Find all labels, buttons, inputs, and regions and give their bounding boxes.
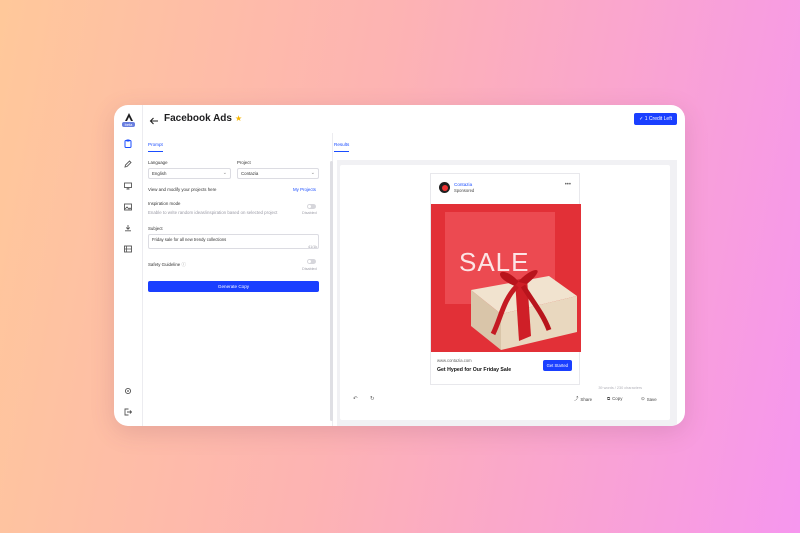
- logout-icon: [124, 408, 132, 416]
- refresh-icon: ↻: [370, 396, 375, 402]
- nav-storage[interactable]: [122, 243, 134, 255]
- monitor-icon: [124, 182, 132, 190]
- share-icon: ⤴: [574, 396, 579, 401]
- back-arrow-icon: [149, 117, 158, 125]
- projects-info-text: View and modify your projects here: [148, 187, 217, 192]
- word-count: 39 words / 230 characters: [598, 386, 642, 390]
- star-icon[interactable]: ★: [235, 114, 242, 123]
- inspiration-state: Disabled: [302, 211, 317, 215]
- brand-avatar: [439, 182, 450, 193]
- nav-download[interactable]: [122, 222, 134, 234]
- my-projects-link[interactable]: My Projects: [293, 187, 316, 192]
- copy-icon: ⧉: [607, 396, 611, 401]
- subject-char-count: 41/1k: [308, 245, 318, 249]
- save-button[interactable]: ⊙ Save: [641, 396, 657, 402]
- subject-value: Friday sale for all new trendy collectio…: [152, 237, 227, 242]
- sale-gift-illustration: SALE: [431, 204, 581, 352]
- beta-badge: beta: [122, 122, 135, 127]
- project-value: Contazia: [241, 171, 259, 176]
- ad-image: SALE: [431, 204, 581, 352]
- storage-icon: [124, 245, 132, 253]
- project-select[interactable]: Contazia ⌄: [237, 168, 319, 179]
- safety-toggle[interactable]: [307, 259, 316, 264]
- subject-label: Subject: [148, 226, 163, 231]
- save-icon: ⊙: [641, 396, 645, 401]
- sidebar-rail: beta: [114, 105, 143, 426]
- nav-clipboard[interactable]: [122, 137, 134, 149]
- more-icon[interactable]: •••: [565, 182, 571, 188]
- nav-logout[interactable]: [122, 406, 134, 418]
- ad-brand-name[interactable]: Contazia: [454, 182, 472, 187]
- project-label: Project: [237, 160, 251, 165]
- tab-results[interactable]: Results: [334, 142, 349, 147]
- copy-label: Copy: [612, 396, 623, 401]
- settings-icon: [124, 387, 132, 395]
- logo: beta: [122, 113, 135, 127]
- inspiration-description: Enable to write random ideas/inspiration…: [148, 210, 278, 215]
- safety-label-text: Safety Guideline: [148, 262, 181, 267]
- ad-url: www.contazia.com: [437, 358, 472, 363]
- ad-image-text: SALE: [459, 247, 530, 277]
- tab-prompt[interactable]: Prompt: [148, 142, 163, 147]
- regenerate-button[interactable]: ↻: [370, 396, 375, 402]
- page-title: Facebook Ads: [164, 113, 232, 124]
- undo-button[interactable]: ↶: [353, 396, 358, 402]
- safety-state: Disabled: [302, 267, 317, 271]
- language-value: English: [152, 171, 167, 176]
- tab-results-underline: [334, 151, 349, 152]
- nav-settings[interactable]: [122, 385, 134, 397]
- pencil-icon: [124, 160, 132, 168]
- check-icon: ✓: [639, 116, 644, 122]
- back-button[interactable]: [149, 113, 161, 125]
- tab-prompt-underline: [148, 151, 163, 152]
- inspiration-toggle[interactable]: [307, 204, 316, 209]
- language-select[interactable]: English ⌄: [148, 168, 231, 179]
- logo-icon: [124, 113, 133, 121]
- subject-input[interactable]: Friday sale for all new trendy collectio…: [148, 234, 319, 249]
- generate-copy-button[interactable]: Generate Copy: [148, 281, 319, 292]
- ad-preview: Contazia Sponsored ••• SALE www.contazia…: [430, 173, 581, 385]
- ad-headline: Get Hyped for Our Friday Sale: [437, 367, 512, 373]
- header: Facebook Ads ★ ✓ 1 Credit Left: [143, 105, 685, 133]
- app-window: beta Facebook Ads ★ ✓ 1 Credit Left Prom…: [114, 105, 685, 426]
- language-label: Language: [148, 160, 168, 165]
- save-label: Save: [646, 396, 657, 402]
- share-button[interactable]: ⤴ Share: [574, 396, 592, 402]
- credit-label: 1 Credit Left: [644, 116, 672, 122]
- share-label: Share: [580, 396, 593, 402]
- inspiration-label: Inspiration mode: [148, 201, 181, 206]
- image-icon: [124, 203, 132, 211]
- safety-label: Safety Guideline ⓘ: [148, 262, 186, 268]
- clipboard-icon: [124, 139, 132, 148]
- credit-button[interactable]: ✓ 1 Credit Left: [634, 113, 677, 125]
- chevron-down-icon: ⌄: [310, 170, 315, 176]
- ad-sponsored-label: Sponsored: [454, 188, 475, 193]
- info-icon[interactable]: ⓘ: [181, 262, 185, 267]
- copy-button[interactable]: ⧉ Copy: [607, 396, 622, 401]
- nav-edit[interactable]: [122, 158, 134, 170]
- ad-cta-button[interactable]: Get Started: [542, 360, 572, 371]
- nav-media[interactable]: [122, 201, 134, 213]
- panel-scrollbar[interactable]: [330, 161, 333, 421]
- undo-icon: ↶: [353, 396, 358, 402]
- download-icon: [125, 225, 131, 232]
- nav-monitor[interactable]: [122, 180, 134, 192]
- chevron-down-icon: ⌄: [222, 170, 227, 176]
